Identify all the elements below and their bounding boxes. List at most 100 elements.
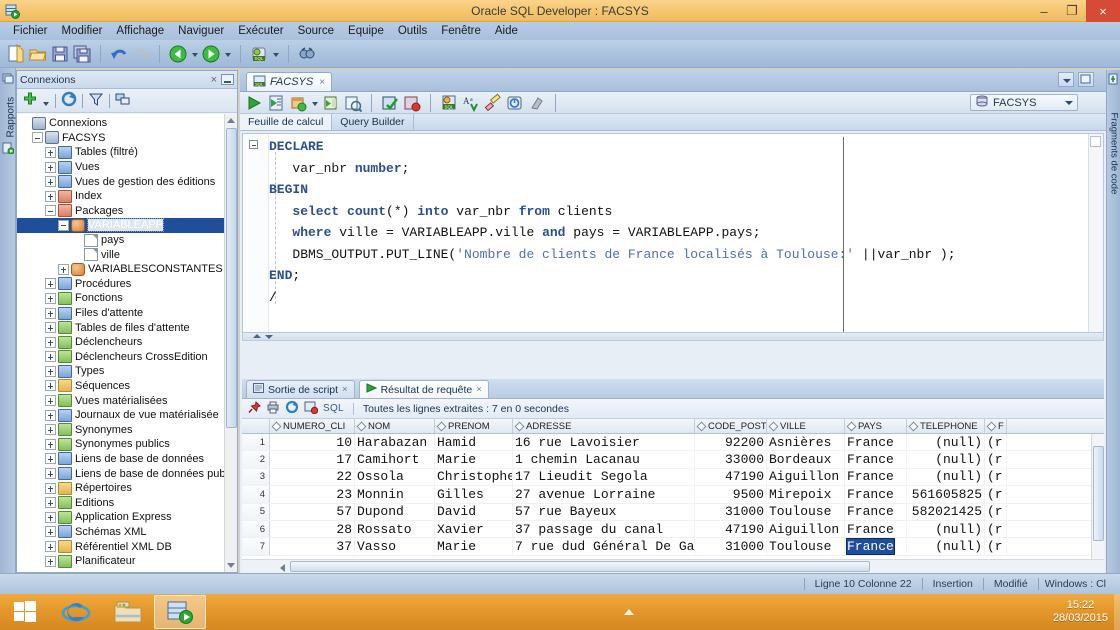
- tree-item-files-d-attente[interactable]: Files d'attente: [17, 306, 224, 321]
- forward-dropdown-icon[interactable]: [223, 44, 232, 64]
- table-cell[interactable]: (null): [907, 520, 985, 538]
- expand-icon[interactable]: [45, 351, 56, 363]
- tree-item-vues-mat-rialis-es[interactable]: Vues matérialisées: [17, 393, 224, 408]
- tree-item-synonymes[interactable]: Synonymes: [17, 422, 224, 437]
- connection-dropdown-icon[interactable]: [1065, 100, 1073, 105]
- table-cell[interactable]: 47190: [695, 520, 767, 538]
- column-header-nom[interactable]: NOM: [355, 419, 435, 433]
- expand-icon[interactable]: [45, 395, 56, 407]
- table-cell[interactable]: 22: [270, 468, 355, 486]
- editor-tab-overflow-icon[interactable]: [1058, 72, 1074, 87]
- expand-icon[interactable]: [45, 497, 56, 509]
- menu-executer[interactable]: Exécuter: [231, 24, 290, 38]
- expand-icon[interactable]: [45, 146, 56, 158]
- tree-item-vues[interactable]: Vues: [17, 160, 224, 175]
- menu-naviguer[interactable]: Naviguer: [171, 24, 231, 38]
- table-cell[interactable]: France: [845, 520, 907, 538]
- autotrace-dropdown-icon[interactable]: [310, 93, 319, 113]
- table-cell[interactable]: (r: [985, 468, 1007, 486]
- table-cell[interactable]: (null): [907, 451, 985, 468]
- table-cell[interactable]: France: [845, 434, 907, 451]
- sql-history-icon[interactable]: [343, 93, 363, 113]
- column-header-pays[interactable]: PAYS: [845, 419, 907, 433]
- table-cell[interactable]: 57: [270, 503, 355, 520]
- column-header-numero_cli[interactable]: NUMERO_CLI: [270, 419, 355, 433]
- tree-item-facsys[interactable]: FACSYS: [17, 131, 224, 146]
- table-cell[interactable]: France: [845, 503, 907, 520]
- expand-icon[interactable]: [45, 541, 56, 553]
- menu-affichage[interactable]: Affichage: [109, 24, 171, 38]
- results-tab-close-1[interactable]: ×: [342, 384, 348, 395]
- menu-equipe[interactable]: Equipe: [341, 24, 391, 38]
- tree-item-variablesconstantes[interactable]: VARIABLESCONSTANTES: [17, 262, 224, 277]
- explain-plan-icon[interactable]: [321, 93, 341, 113]
- table-row[interactable]: 737VassoMarie7 rue dud Général De Gaulle…: [242, 538, 1104, 556]
- menu-aide[interactable]: Aide: [488, 24, 525, 38]
- expand-icon[interactable]: [45, 380, 56, 392]
- tree-scroll-up-icon[interactable]: [227, 118, 235, 123]
- column-header-prenom[interactable]: PRENOM: [435, 419, 513, 433]
- table-cell[interactable]: (r: [985, 451, 1007, 468]
- row-number[interactable]: 6: [242, 520, 270, 538]
- table-row[interactable]: 2 17 Camihort Marie 1 chemin Lacanau 33000 Bor…: [242, 451, 1104, 469]
- tree-item-editions[interactable]: Editions: [17, 495, 224, 510]
- table-cell[interactable]: Ossola: [355, 468, 435, 486]
- table-cell[interactable]: 37: [270, 538, 355, 555]
- recall-icon[interactable]: [505, 93, 525, 113]
- table-cell[interactable]: 31000: [695, 538, 767, 555]
- right-dock-label[interactable]: Fragments de code: [1109, 113, 1120, 195]
- table-cell[interactable]: Toulouse: [767, 503, 845, 520]
- rollback-icon[interactable]: [402, 93, 422, 113]
- snippets-dock-icon[interactable]: [1108, 73, 1120, 88]
- editor-maximize-icon[interactable]: [1078, 72, 1094, 87]
- collapse-icon[interactable]: [45, 205, 56, 217]
- close-button[interactable]: ×: [1086, 0, 1120, 22]
- tree-item-s-quences[interactable]: Séquences: [17, 379, 224, 394]
- table-cell[interactable]: 27 avenue Lorraine: [513, 486, 695, 503]
- start-button[interactable]: [0, 594, 50, 630]
- table-cell[interactable]: Gilles: [435, 486, 513, 503]
- table-cell[interactable]: (r: [985, 486, 1007, 503]
- menu-fenetre[interactable]: Fenêtre: [434, 24, 488, 38]
- table-cell[interactable]: Mirepoix: [767, 486, 845, 503]
- grid-hscroll-thumb[interactable]: [290, 561, 870, 572]
- row-number[interactable]: 5: [242, 503, 270, 520]
- show-hidden-icons-button[interactable]: [618, 594, 640, 630]
- table-cell[interactable]: 57 rue Bayeux: [513, 503, 695, 520]
- tree-item-types[interactable]: Types: [17, 364, 224, 379]
- collapse-all-icon[interactable]: [115, 91, 131, 110]
- table-cell[interactable]: 33000: [695, 451, 767, 468]
- tree-scrollbar[interactable]: [224, 114, 237, 572]
- column-header-ville[interactable]: VILLE: [767, 419, 845, 433]
- table-cell[interactable]: Monnin: [355, 486, 435, 503]
- run-sql-dropdown-icon[interactable]: [271, 44, 280, 64]
- editor-vertical-scrollbar[interactable]: [1088, 134, 1103, 332]
- results-grid-header[interactable]: NUMERO_CLI NOM PRENOM ADRESSE CODE_POSTAL VIL…: [242, 419, 1104, 434]
- column-header-telephone[interactable]: TELEPHONE: [907, 419, 985, 433]
- table-cell[interactable]: Vasso: [355, 538, 435, 555]
- connections-panel-minimize-icon[interactable]: [221, 74, 234, 85]
- filter-icon[interactable]: [88, 91, 104, 110]
- table-row[interactable]: 5 57 Dupond David 57 rue Bayeux 31000 Toulouse…: [242, 503, 1104, 521]
- forward-icon[interactable]: [201, 44, 221, 64]
- table-cell[interactable]: 1 chemin Lacanau: [513, 451, 695, 468]
- refresh-icon[interactable]: [61, 91, 77, 110]
- new-file-icon[interactable]: [6, 43, 26, 64]
- expand-icon[interactable]: [45, 438, 56, 450]
- menu-outils[interactable]: Outils: [391, 24, 434, 38]
- table-cell[interactable]: (null): [907, 538, 985, 555]
- save-icon[interactable]: [50, 44, 70, 64]
- run-script-icon[interactable]: [266, 93, 286, 113]
- sql-developer-icon[interactable]: [154, 595, 206, 629]
- tree-item-liens-de-base-de-donn-es[interactable]: Liens de base de données: [17, 452, 224, 467]
- table-cell[interactable]: (null): [907, 468, 985, 486]
- tree-item-application-express[interactable]: Application Express: [17, 510, 224, 525]
- tree-item-r-f-rentiel-xml-db[interactable]: Référentiel XML DB: [17, 539, 224, 554]
- table-cell[interactable]: 47190: [695, 468, 767, 486]
- table-cell[interactable]: Aiguillon: [767, 520, 845, 538]
- sql-code-text[interactable]: DECLARE var_nbr number; BEGIN select cou…: [269, 136, 1087, 332]
- print-icon[interactable]: [266, 400, 280, 417]
- expand-icon[interactable]: [58, 263, 69, 275]
- tree-item-sch-mas-xml[interactable]: Schémas XML: [17, 525, 224, 540]
- tree-item-tables-filtr[interactable]: Tables (filtré): [17, 145, 224, 160]
